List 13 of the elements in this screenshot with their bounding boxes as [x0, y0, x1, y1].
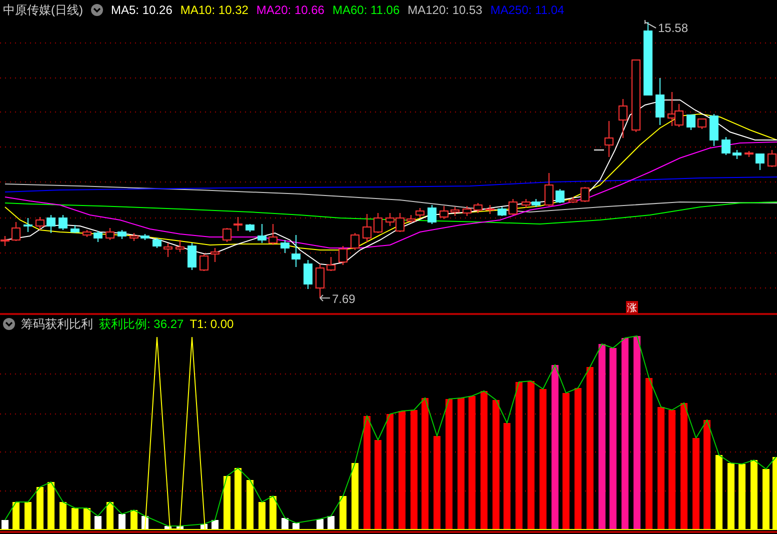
rise-badge: 涨 — [626, 301, 638, 313]
moving-average-label: MA10: 10.32 — [180, 3, 248, 17]
indicator-value: 获利比例: 36.27 — [99, 316, 184, 332]
collapse-icon[interactable] — [3, 318, 15, 330]
moving-average-label: MA120: 10.53 — [408, 3, 482, 17]
indicator-title: 筹码获利比利 — [21, 316, 93, 332]
moving-average-label: MA20: 10.66 — [256, 3, 324, 17]
collapse-icon[interactable] — [91, 4, 103, 16]
moving-average-label: MA5: 10.26 — [111, 3, 172, 17]
moving-average-label: MA60: 11.06 — [332, 3, 400, 17]
indicator-value: T1: 0.00 — [190, 317, 234, 331]
moving-average-label: MA250: 11.04 — [490, 3, 564, 17]
stock-title: 中原传媒(日线) — [3, 2, 83, 18]
